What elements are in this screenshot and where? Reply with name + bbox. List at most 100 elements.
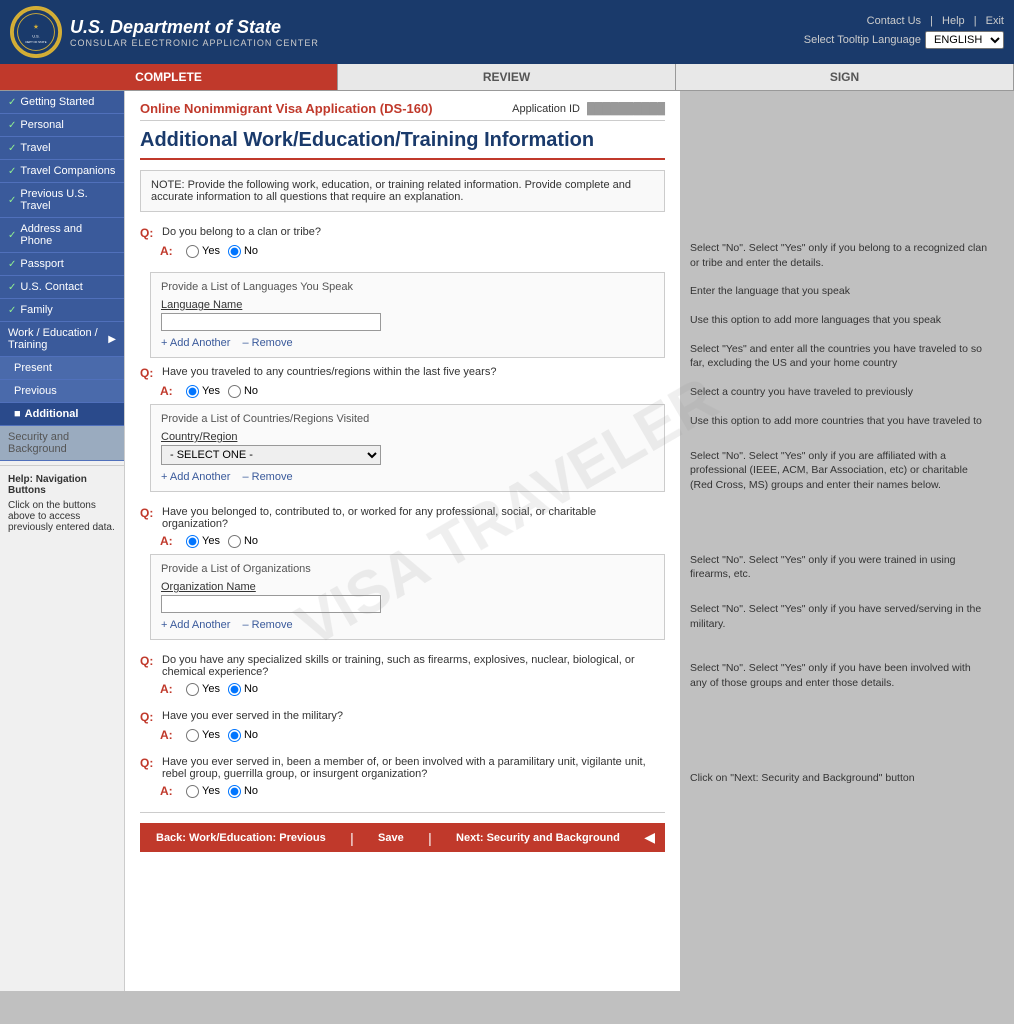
org-name-input[interactable] bbox=[161, 595, 381, 613]
sidebar-label-travel: Travel bbox=[20, 142, 50, 154]
bullet-icon: ■ bbox=[14, 408, 21, 420]
q1-no-radio[interactable] bbox=[228, 245, 241, 258]
q5-yes-radio[interactable] bbox=[186, 729, 199, 742]
sidebar-item-present[interactable]: Present bbox=[0, 357, 124, 380]
step-sign[interactable]: SIGN bbox=[676, 64, 1014, 90]
arrow-icon: ▶ bbox=[108, 334, 116, 345]
sidebar-item-family[interactable]: ✓ Family bbox=[0, 299, 124, 322]
a6-label: A: bbox=[160, 784, 178, 798]
sidebar-item-prev-us-travel[interactable]: ✓ Previous U.S. Travel bbox=[0, 183, 124, 218]
q5-no-label[interactable]: No bbox=[228, 729, 258, 742]
q6-text: Have you ever served in, been a member o… bbox=[162, 756, 665, 780]
q6-no-radio[interactable] bbox=[228, 785, 241, 798]
annotation-9: Select "No". Select "Yes" only if you ha… bbox=[690, 602, 990, 631]
contact-us-link[interactable]: Contact Us bbox=[867, 15, 921, 27]
annotation-9-text: Select "No". Select "Yes" only if you ha… bbox=[690, 603, 981, 630]
sidebar-item-us-contact[interactable]: ✓ U.S. Contact bbox=[0, 276, 124, 299]
sidebar-item-work-education[interactable]: Work / Education / Training ▶ bbox=[0, 322, 124, 357]
q6-yes-radio[interactable] bbox=[186, 785, 199, 798]
language-remove-button[interactable]: Remove bbox=[242, 337, 292, 349]
sidebar-item-personal[interactable]: ✓ Personal bbox=[0, 114, 124, 137]
q3-yes-label[interactable]: Yes bbox=[186, 535, 220, 548]
countries-add-button[interactable]: Add Another bbox=[161, 471, 230, 483]
q6-yes-label[interactable]: Yes bbox=[186, 785, 220, 798]
sidebar-help: Help: Navigation Buttons Click on the bu… bbox=[0, 465, 124, 541]
sidebar-item-travel[interactable]: ✓ Travel bbox=[0, 137, 124, 160]
q4-no-label[interactable]: No bbox=[228, 683, 258, 696]
header-text: U.S. Department of State CONSULAR ELECTR… bbox=[70, 17, 319, 48]
org-add-remove: Add Another Remove bbox=[161, 619, 654, 631]
separator1: | bbox=[930, 15, 936, 27]
q1-yes-radio[interactable] bbox=[186, 245, 199, 258]
annotation-10: Select "No". Select "Yes" only if you ha… bbox=[690, 661, 990, 690]
languages-section: Provide a List of Languages You Speak La… bbox=[150, 272, 665, 358]
q2-no-radio[interactable] bbox=[228, 385, 241, 398]
sidebar-item-travel-companions[interactable]: ✓ Travel Companions bbox=[0, 160, 124, 183]
save-button[interactable]: Save bbox=[372, 830, 410, 846]
step-review[interactable]: REVIEW bbox=[338, 64, 676, 90]
help-link[interactable]: Help bbox=[942, 15, 965, 27]
q1-yes-label[interactable]: Yes bbox=[186, 245, 220, 258]
nav-arrow-icon: ◀ bbox=[644, 829, 655, 846]
q3-no-radio[interactable] bbox=[228, 535, 241, 548]
q4-label: Q: bbox=[140, 654, 158, 668]
exit-link[interactable]: Exit bbox=[986, 15, 1004, 27]
check-icon: ✓ bbox=[8, 97, 16, 108]
annotation-4: Select "Yes" and enter all the countries… bbox=[690, 342, 990, 371]
annotation-11: Click on "Next: Security and Background"… bbox=[690, 771, 990, 786]
q5-no-radio[interactable] bbox=[228, 729, 241, 742]
step-complete[interactable]: COMPLETE bbox=[0, 64, 338, 90]
countries-remove-button[interactable]: Remove bbox=[242, 471, 292, 483]
page-title: Additional Work/Education/Training Infor… bbox=[140, 129, 665, 160]
language-name-input[interactable] bbox=[161, 313, 381, 331]
header-links: Contact Us | Help | Exit bbox=[861, 15, 1004, 27]
sidebar-item-getting-started[interactable]: ✓ Getting Started bbox=[0, 91, 124, 114]
q2-no-label[interactable]: No bbox=[228, 385, 258, 398]
check-icon: ✓ bbox=[8, 282, 16, 293]
annotation-10-text: Select "No". Select "Yes" only if you ha… bbox=[690, 662, 971, 689]
q4-no-radio[interactable] bbox=[228, 683, 241, 696]
q1-no-label[interactable]: No bbox=[228, 245, 258, 258]
logo-area: ★ U.S. DEPT OF STATE U.S. Department of … bbox=[10, 6, 319, 58]
sidebar-item-passport[interactable]: ✓ Passport bbox=[0, 253, 124, 276]
separator2: | bbox=[974, 15, 980, 27]
org-add-button[interactable]: Add Another bbox=[161, 619, 230, 631]
sidebar: ✓ Getting Started ✓ Personal ✓ Travel ✓ … bbox=[0, 91, 125, 991]
check-icon: ✓ bbox=[8, 195, 16, 206]
q6-no-label[interactable]: No bbox=[228, 785, 258, 798]
sidebar-item-additional[interactable]: ■ Additional bbox=[0, 403, 124, 426]
q3-no-label[interactable]: No bbox=[228, 535, 258, 548]
q2-yes-radio[interactable] bbox=[186, 385, 199, 398]
q2-yes-label[interactable]: Yes bbox=[186, 385, 220, 398]
org-remove-button[interactable]: Remove bbox=[242, 619, 292, 631]
annotation-6: Use this option to add more countries th… bbox=[690, 414, 990, 429]
sidebar-label-passport: Passport bbox=[20, 258, 63, 270]
check-icon: ✓ bbox=[8, 305, 16, 316]
language-dropdown[interactable]: ENGLISH bbox=[925, 31, 1004, 49]
form-title-small: Online Nonimmigrant Visa Application (DS… bbox=[140, 101, 433, 116]
q4-text: Do you have any specialized skills or tr… bbox=[162, 654, 665, 678]
back-button[interactable]: Back: Work/Education: Previous bbox=[150, 830, 332, 846]
sidebar-item-security-background[interactable]: Security and Background bbox=[0, 426, 124, 461]
q5-yes-label[interactable]: Yes bbox=[186, 729, 220, 742]
annotation-3-text: Use this option to add more languages th… bbox=[690, 314, 941, 326]
q3-text: Have you belonged to, contributed to, or… bbox=[162, 506, 665, 530]
next-button[interactable]: Next: Security and Background bbox=[450, 830, 626, 846]
check-icon: ✓ bbox=[8, 230, 16, 241]
sidebar-item-address-phone[interactable]: ✓ Address and Phone bbox=[0, 218, 124, 253]
svg-text:U.S.: U.S. bbox=[32, 35, 39, 39]
q4-yes-radio[interactable] bbox=[186, 683, 199, 696]
language-add-button[interactable]: Add Another bbox=[161, 337, 230, 349]
state-seal: ★ U.S. DEPT OF STATE bbox=[10, 6, 62, 58]
org-section-title: Provide a List of Organizations bbox=[161, 563, 654, 575]
countries-subsection: Provide a List of Countries/Regions Visi… bbox=[150, 404, 665, 492]
annotation-6-text: Use this option to add more countries th… bbox=[690, 415, 982, 427]
q4-yes-label[interactable]: Yes bbox=[186, 683, 220, 696]
q3-yes-radio[interactable] bbox=[186, 535, 199, 548]
country-region-select[interactable]: - SELECT ONE - bbox=[161, 445, 381, 465]
sidebar-item-previous[interactable]: Previous bbox=[0, 380, 124, 403]
progress-bar: COMPLETE REVIEW SIGN bbox=[0, 64, 1014, 91]
countries-add-remove: Add Another Remove bbox=[161, 471, 654, 483]
sidebar-label-present: Present bbox=[14, 362, 52, 374]
sidebar-label-family: Family bbox=[20, 304, 52, 316]
